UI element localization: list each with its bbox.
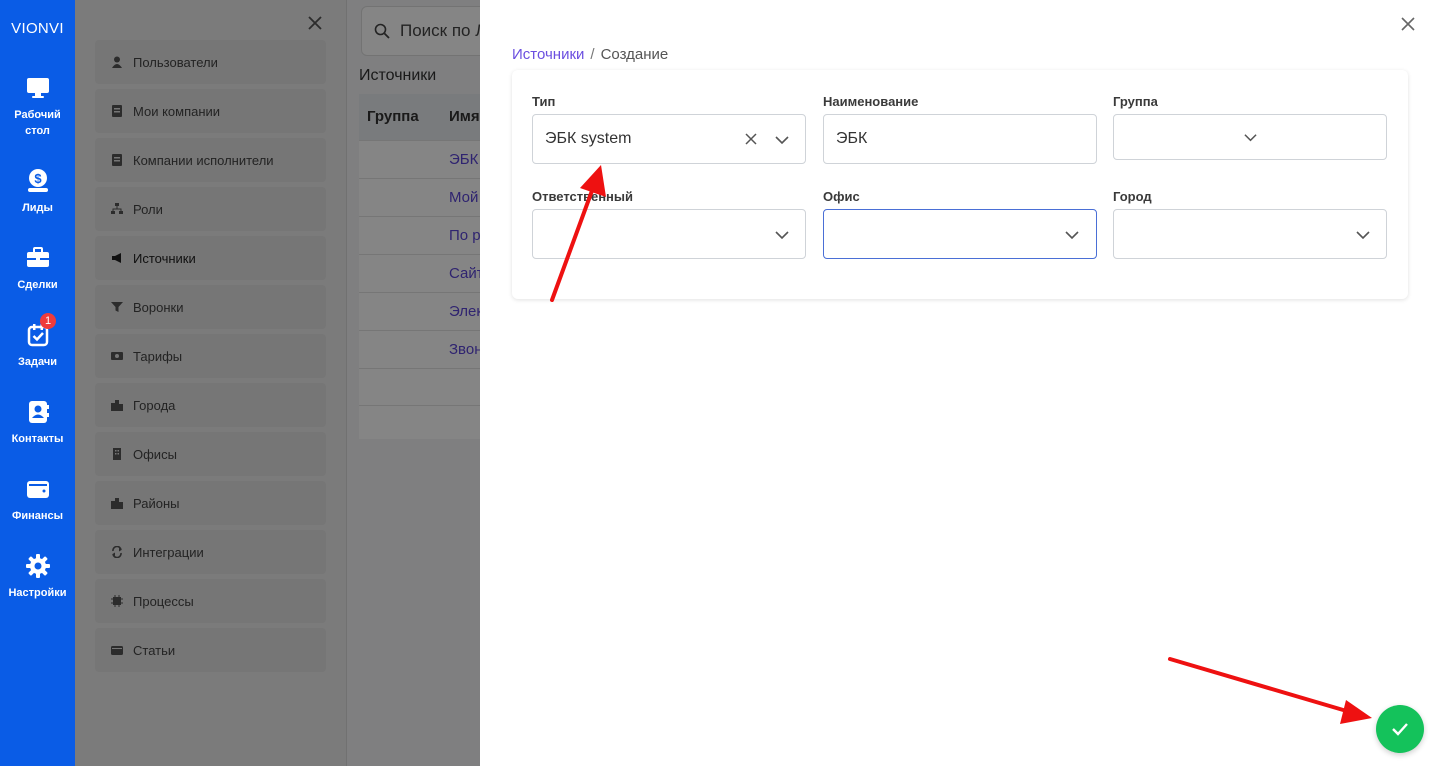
name-input[interactable]: ЭБК xyxy=(823,114,1097,164)
nav-label: Финансы xyxy=(11,510,64,522)
group-select[interactable] xyxy=(1113,114,1387,160)
type-select[interactable]: ЭБК system xyxy=(532,114,806,164)
nav-item-desktop[interactable]: Рабочий стол xyxy=(0,75,75,139)
contact-icon xyxy=(28,401,49,423)
name-field: Наименование ЭБК xyxy=(823,94,1097,164)
nav-label: стол xyxy=(25,125,50,137)
nav-label: Задачи xyxy=(18,356,57,368)
briefcase-icon xyxy=(26,247,49,267)
group-field: Группа xyxy=(1113,94,1387,160)
desktop-icon xyxy=(26,78,49,98)
chevron-down-icon[interactable] xyxy=(775,228,789,242)
nav-label: Лиды xyxy=(22,202,53,214)
gear-icon xyxy=(25,554,50,578)
save-button[interactable] xyxy=(1376,705,1424,753)
responsible-field: Ответственный xyxy=(532,189,806,259)
type-label: Тип xyxy=(532,94,556,109)
nav-item-settings[interactable]: Настройки xyxy=(0,553,75,601)
name-value: ЭБК xyxy=(836,130,868,147)
city-label: Город xyxy=(1113,189,1152,204)
breadcrumb-link-sources[interactable]: Источники xyxy=(512,46,584,63)
modal-backdrop[interactable] xyxy=(75,0,480,766)
nav-item-finance[interactable]: Финансы xyxy=(0,476,75,524)
source-form: Тип ЭБК system Наименование ЭБК Группа О… xyxy=(512,70,1408,299)
responsible-label: Ответственный xyxy=(532,189,633,204)
nav-item-contacts[interactable]: Контакты xyxy=(0,399,75,447)
nav-label: Настройки xyxy=(8,587,67,599)
nav-label: Сделки xyxy=(17,279,58,291)
office-select[interactable] xyxy=(823,209,1097,259)
close-icon[interactable] xyxy=(1400,16,1416,32)
nav-label: Контакты xyxy=(11,433,64,445)
brand-logo[interactable]: VIONVI xyxy=(0,20,75,37)
office-field: Офис xyxy=(823,189,1097,259)
city-field: Город xyxy=(1113,189,1387,259)
chevron-down-icon[interactable] xyxy=(775,133,789,147)
name-label: Наименование xyxy=(823,94,919,109)
main-nav: VIONVI Рабочий стол $ Лиды Сделки 1 Зада… xyxy=(0,0,75,766)
type-value: ЭБК system xyxy=(545,130,632,147)
create-source-drawer: Источники / Создание Тип ЭБК system Наимен… xyxy=(480,0,1439,766)
breadcrumb: Источники / Создание xyxy=(512,46,668,63)
dollar-icon: $ xyxy=(27,169,48,192)
nav-item-tasks[interactable]: 1 Задачи xyxy=(0,313,75,370)
nav-item-deals[interactable]: Сделки xyxy=(0,245,75,293)
responsible-select[interactable] xyxy=(532,209,806,259)
breadcrumb-current: Создание xyxy=(600,46,669,63)
check-icon xyxy=(1392,723,1408,736)
chevron-down-icon[interactable] xyxy=(1065,228,1079,242)
breadcrumb-separator: / xyxy=(590,46,595,63)
clear-icon[interactable] xyxy=(744,132,758,146)
group-label: Группа xyxy=(1113,94,1158,109)
office-label: Офис xyxy=(823,189,860,204)
svg-text:$: $ xyxy=(34,171,42,186)
wallet-icon xyxy=(26,481,49,498)
city-select[interactable] xyxy=(1113,209,1387,259)
type-field: Тип ЭБК system xyxy=(532,94,806,164)
nav-item-leads[interactable]: $ Лиды xyxy=(0,168,75,216)
nav-label: Рабочий xyxy=(14,109,61,121)
tasks-badge: 1 xyxy=(40,313,56,329)
chevron-down-icon[interactable] xyxy=(1244,131,1257,144)
chevron-down-icon[interactable] xyxy=(1356,228,1370,242)
